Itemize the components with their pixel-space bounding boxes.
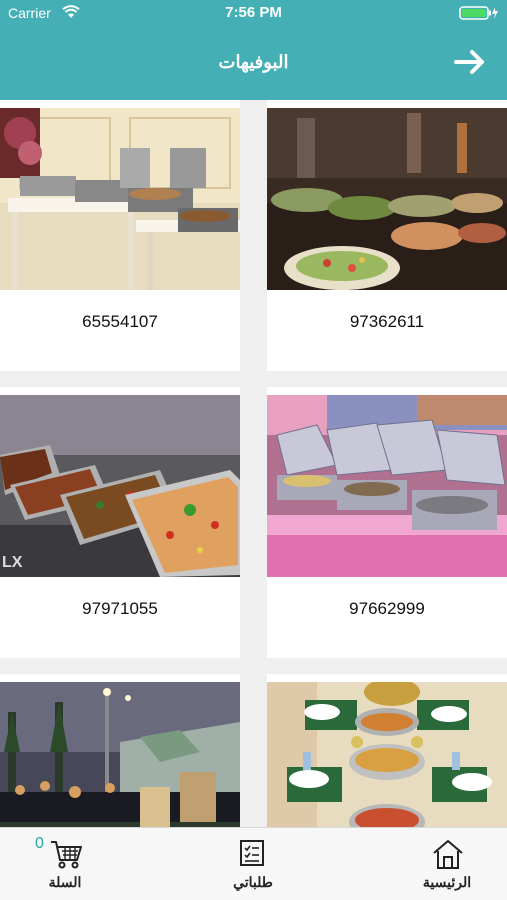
buffet-photo xyxy=(0,108,240,290)
buffet-photo xyxy=(267,108,507,290)
navigation-bar: البوفيهات xyxy=(0,26,507,100)
status-bar: Carrier 7:56 PM xyxy=(0,0,507,26)
page-title: البوفيهات xyxy=(218,52,289,72)
buffet-grid: 97362611 65554107 97662999 LX 97971055 xyxy=(0,100,507,827)
tab-home-label: الرئيسية xyxy=(422,874,472,890)
tab-cart[interactable]: 0 السلة xyxy=(5,832,125,894)
buffet-card[interactable]: LX 97971055 xyxy=(0,387,240,658)
battery-icon xyxy=(459,6,499,20)
back-arrow-icon[interactable] xyxy=(452,46,488,78)
tab-bar: الرئيسية طلباتي 0 السلة xyxy=(0,827,507,900)
orders-icon xyxy=(240,840,264,866)
buffet-card[interactable] xyxy=(267,674,507,827)
buffet-phone: 97971055 xyxy=(82,599,158,618)
buffet-card[interactable] xyxy=(0,674,240,827)
tab-orders[interactable]: طلباتي xyxy=(193,832,313,894)
cart-icon xyxy=(51,841,82,869)
home-icon xyxy=(433,840,463,869)
cart-count-badge: 0 xyxy=(35,835,44,852)
tab-cart-label: السلة xyxy=(48,874,82,890)
buffet-card[interactable]: 97362611 xyxy=(267,100,507,371)
buffet-phone: 65554107 xyxy=(82,312,158,331)
buffet-photo xyxy=(267,682,507,827)
buffet-photo: LX xyxy=(0,395,240,577)
buffet-photo xyxy=(267,395,507,577)
clock: 7:56 PM xyxy=(225,4,282,21)
buffet-phone: 97662999 xyxy=(349,599,425,618)
tab-home[interactable]: الرئيسية xyxy=(387,832,507,894)
tab-orders-label: طلباتي xyxy=(233,874,273,890)
buffet-card[interactable]: 97662999 xyxy=(267,387,507,658)
svg-text:LX: LX xyxy=(2,554,23,571)
buffet-phone: 97362611 xyxy=(349,312,425,331)
buffet-photo xyxy=(0,682,240,827)
buffet-card[interactable]: 65554107 xyxy=(0,100,240,371)
